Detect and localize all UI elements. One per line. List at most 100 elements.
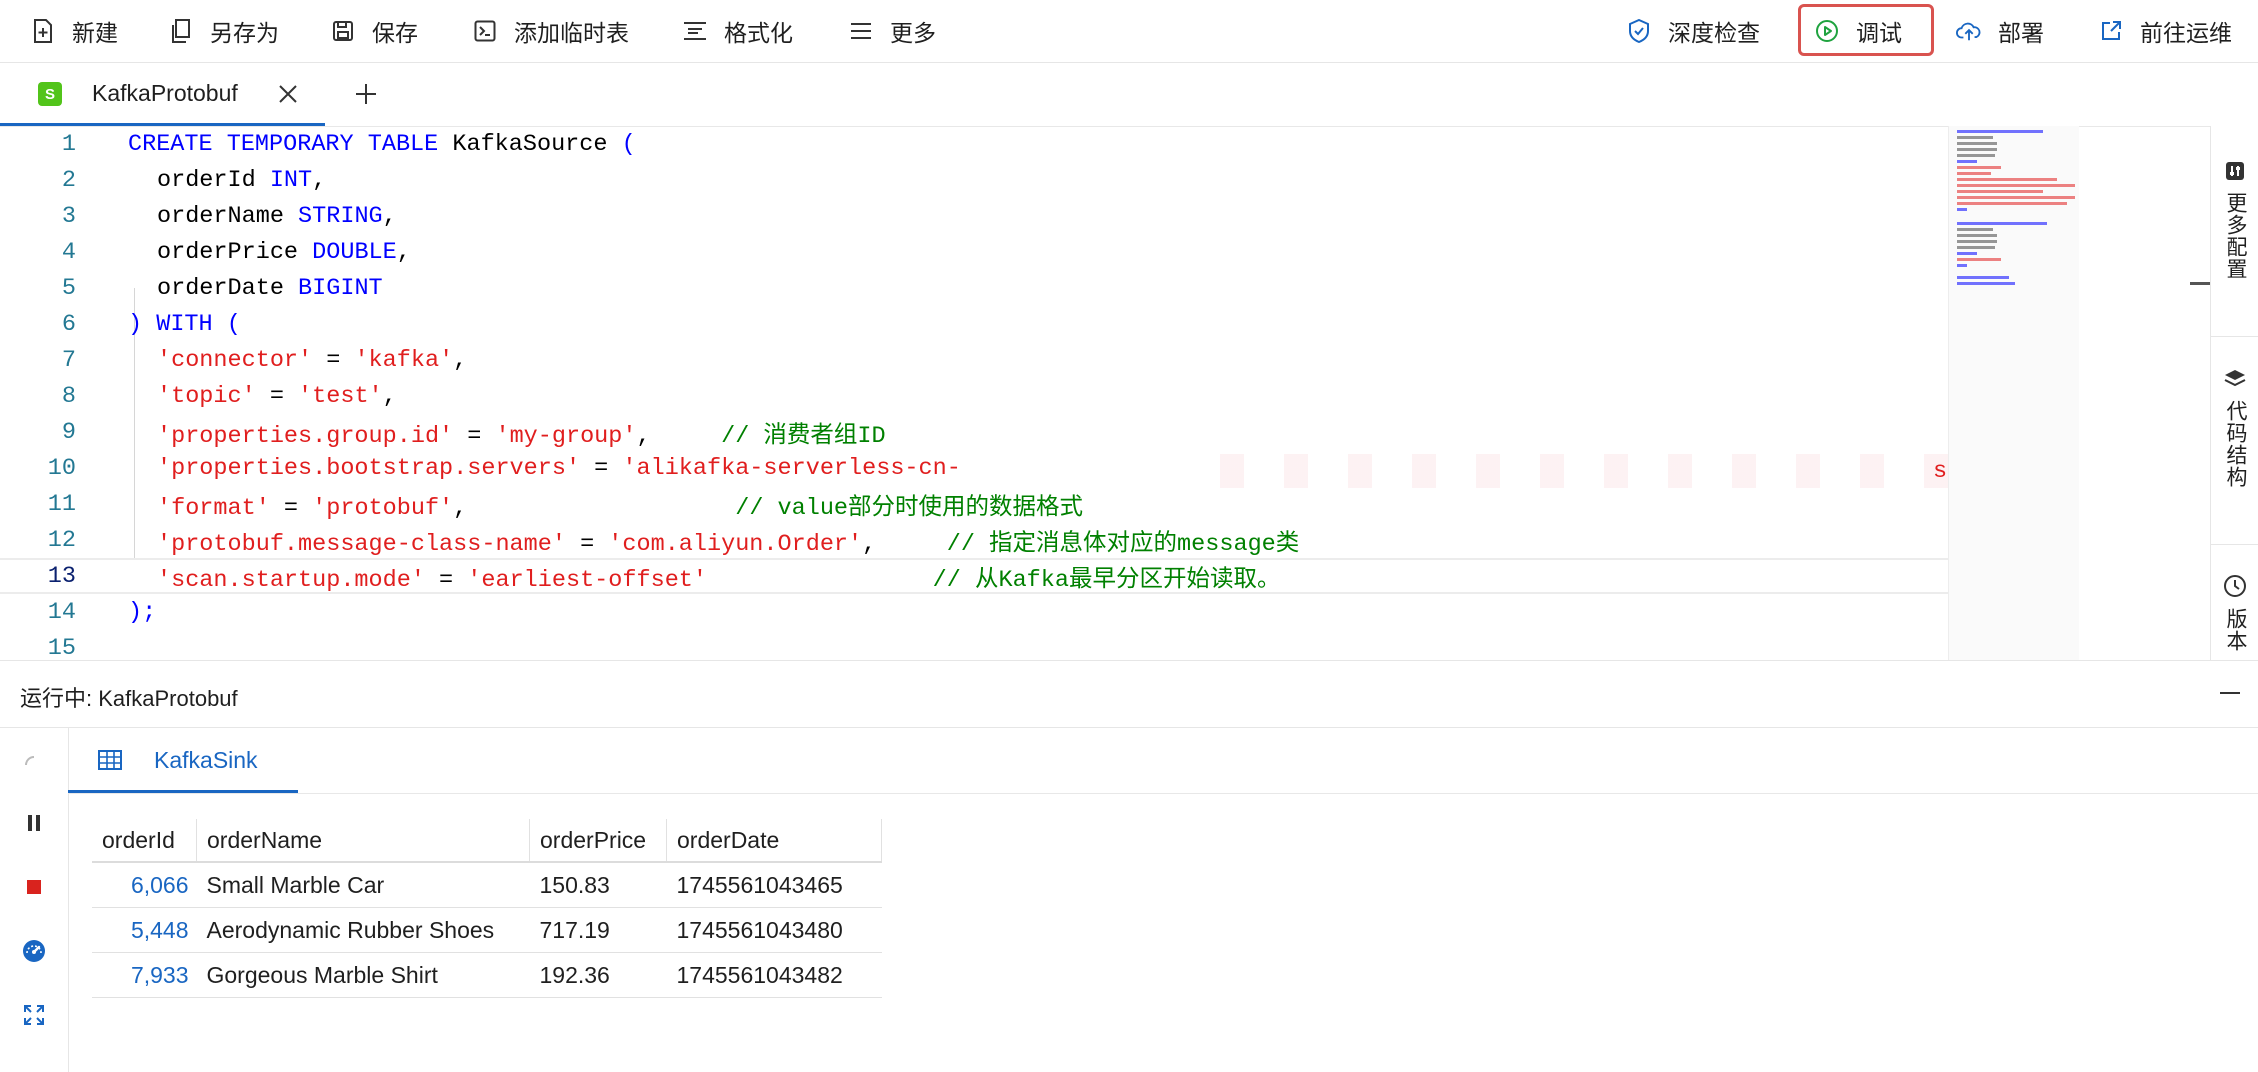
column-header-orderid[interactable]: orderId	[92, 819, 197, 863]
cell-orderdate: 1745561043482	[666, 952, 882, 998]
code-comment: // 从Kafka最早分区开始读取。	[932, 566, 1281, 594]
add-temp-table-label: 添加临时表	[514, 20, 629, 46]
format-button[interactable]: 格式化	[682, 0, 793, 62]
close-icon[interactable]	[276, 82, 300, 106]
go-ops-button[interactable]: 前往运维	[2098, 0, 2232, 62]
deep-check-button[interactable]: 深度检查	[1626, 0, 1760, 62]
sidebar-item-version[interactable]: 版本	[2211, 574, 2258, 652]
new-button[interactable]: 新建	[30, 0, 118, 62]
deploy-button[interactable]: 部署	[1956, 0, 2044, 62]
sidebar-label: 更多配置	[2224, 192, 2247, 280]
tab-kafkaprotobuf[interactable]: S KafkaProtobuf	[0, 62, 325, 126]
cell-orderid: 6,066	[92, 862, 197, 908]
code-token: =	[565, 530, 609, 558]
code-token: orderId	[157, 166, 270, 194]
code-minimap[interactable]	[1948, 126, 2079, 660]
cell-ordername: Aerodynamic Rubber Shoes	[196, 907, 530, 953]
toolbar: 新建 另存为 保存 添加临时表 格式化 更多 深度检查 调试 部署 前往运维	[0, 0, 2258, 63]
sidebar-item-code-structure[interactable]: 代码结构	[2211, 368, 2258, 488]
table-row: 6,066 Small Marble Car 150.83 1745561043…	[92, 862, 882, 908]
pause-icon[interactable]	[22, 811, 46, 835]
line-number: 15	[47, 634, 76, 661]
external-link-icon	[2098, 18, 2124, 44]
scrollbar-thumb[interactable]	[2190, 282, 2210, 285]
code-token: 'properties.bootstrap.servers'	[157, 454, 581, 482]
code-token: (	[212, 310, 241, 338]
code-token: )	[128, 310, 157, 338]
code-token: DOUBLE	[312, 238, 397, 266]
tab-title: KafkaProtobuf	[92, 80, 238, 106]
code-line-current: 13 'scan.startup.mode' = 'earliest-offse…	[0, 558, 1950, 594]
code-token: 'properties.group.id'	[157, 422, 454, 450]
column-header-ordername[interactable]: orderName	[196, 819, 530, 863]
code-line: 8 'topic' = 'test',	[0, 378, 1950, 414]
code-token: 'com.aliyun.Order'	[608, 530, 863, 558]
code-token: 'earliest-offset'	[467, 566, 708, 594]
format-label: 格式化	[724, 20, 793, 46]
code-token: 'topic'	[157, 382, 256, 410]
right-sidebar: 更多配置 代码结构 版本	[2210, 126, 2258, 660]
line-number: 4	[61, 238, 76, 266]
editor-tab-bar: S KafkaProtobuf	[0, 62, 2258, 127]
deploy-label: 部署	[1998, 20, 2044, 46]
line-number: 10	[47, 454, 76, 482]
code-line: 12 'protobuf.message-class-name' = 'com.…	[0, 522, 1950, 558]
cell-orderdate: 1745561043480	[666, 907, 882, 953]
cell-ordername: Gorgeous Marble Shirt	[196, 952, 530, 998]
code-token: (	[621, 130, 636, 158]
code-token: 'format'	[157, 494, 270, 522]
sidebar-item-more-config[interactable]: 更多配置	[2211, 160, 2258, 280]
stop-icon[interactable]	[22, 875, 46, 899]
code-token: =	[255, 382, 299, 410]
add-tab-icon[interactable]	[352, 80, 380, 108]
code-token: ,	[453, 494, 736, 522]
code-token: ,	[382, 202, 397, 230]
code-editor[interactable]: 1 CREATE TEMPORARY TABLE KafkaSource ( 2…	[0, 126, 1950, 660]
clock-icon	[2223, 574, 2247, 598]
expand-icon[interactable]	[22, 1003, 46, 1027]
more-button[interactable]: 更多	[848, 0, 936, 62]
line-number: 8	[61, 382, 76, 410]
code-line: 7 'connector' = 'kafka',	[0, 342, 1950, 378]
code-token: 'connector'	[157, 346, 313, 374]
save-as-button[interactable]: 另存为	[168, 0, 279, 62]
line-number: 1	[61, 130, 76, 158]
sidebar-divider	[2211, 544, 2258, 545]
code-line: 4 orderPrice DOUBLE,	[0, 234, 1950, 270]
minimize-icon[interactable]	[2220, 692, 2240, 694]
code-token: STRING	[298, 202, 383, 230]
column-header-orderdate[interactable]: orderDate	[666, 819, 882, 863]
table-header-row: orderId orderName orderPrice orderDate	[92, 819, 882, 863]
add-temp-table-button[interactable]: 添加临时表	[472, 0, 629, 62]
dashboard-icon[interactable]	[22, 939, 46, 963]
code-token: =	[580, 454, 623, 482]
code-line: 11 'format' = 'protobuf', // value部分时使用的…	[0, 486, 1950, 522]
code-token: s	[1933, 458, 1948, 485]
cell-orderprice: 150.83	[529, 862, 667, 908]
code-token: orderPrice	[157, 238, 313, 266]
cloud-upload-icon	[1956, 18, 1982, 44]
sidebar-divider	[2211, 336, 2258, 337]
code-token: orderDate	[157, 274, 299, 302]
run-panel-title: 运行中: KafkaProtobuf	[20, 686, 238, 711]
result-tab-bar: KafkaSink	[68, 727, 2258, 794]
debug-highlight-frame	[1798, 4, 1934, 56]
run-panel-header: 运行中: KafkaProtobuf	[0, 660, 2258, 728]
code-token: INT	[269, 166, 313, 194]
column-header-orderprice[interactable]: orderPrice	[529, 819, 667, 863]
code-token: 'alikafka-serverless-cn-	[622, 454, 961, 482]
save-button[interactable]: 保存	[330, 0, 418, 62]
line-number: 2	[61, 166, 76, 194]
line-number: 12	[47, 526, 76, 554]
code-line: 2 orderId INT,	[0, 162, 1950, 198]
tab-kafkasink[interactable]: KafkaSink	[68, 727, 298, 793]
code-line: 15	[0, 630, 1950, 661]
cell-orderprice: 717.19	[529, 907, 667, 953]
cell-ordername: Small Marble Car	[196, 862, 530, 908]
code-token: 'protobuf.message-class-name'	[157, 530, 566, 558]
code-line: 3 orderName STRING,	[0, 198, 1950, 234]
code-token: KafkaSource	[438, 130, 622, 158]
save-label: 保存	[372, 20, 418, 46]
cell-orderid: 5,448	[92, 907, 197, 953]
code-token: CREATE TEMPORARY TABLE	[128, 130, 439, 158]
